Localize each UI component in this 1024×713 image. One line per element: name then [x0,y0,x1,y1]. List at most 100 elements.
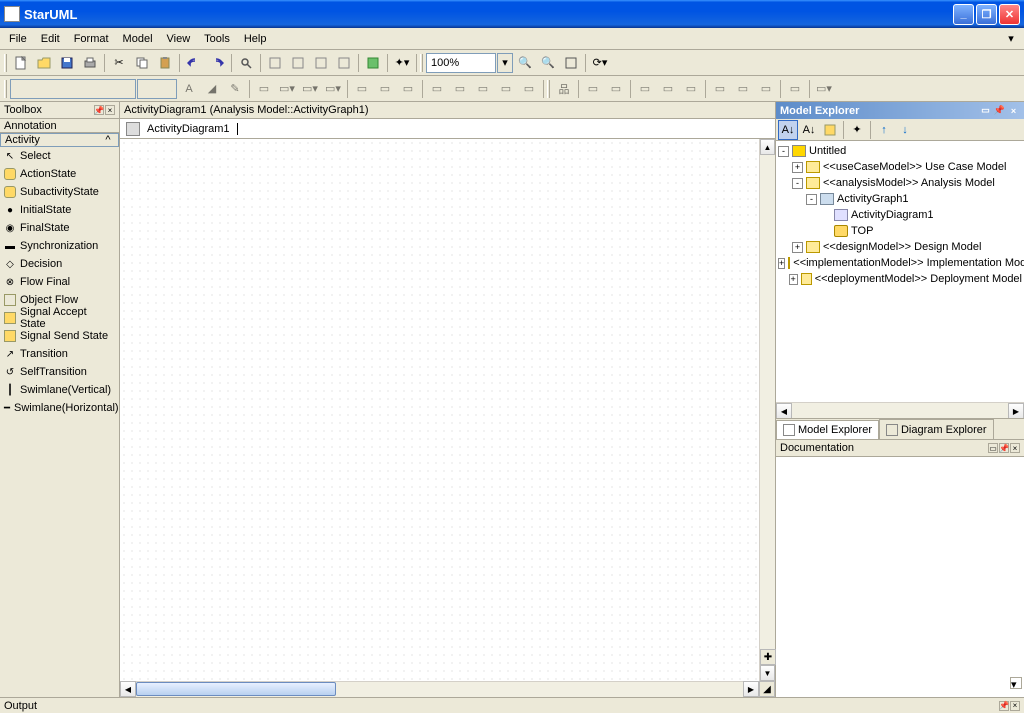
layout-btn-2[interactable]: ▭ [582,78,604,100]
me-menu-icon[interactable]: ▭ [979,104,992,117]
me-sort-az-button[interactable]: A↓ [778,120,798,140]
fill-color-button[interactable]: ◢ [201,78,223,100]
model-explorer-tree[interactable]: - Untitled + <<useCaseModel>> Use Case M… [776,141,1024,402]
menu-model[interactable]: Model [116,31,160,47]
tree-toggle-icon[interactable]: - [778,146,789,157]
tree-activitydiagram[interactable]: ActivityDiagram1 [778,207,1022,223]
tree-toggle-icon[interactable]: - [792,178,803,189]
tree-toggle-icon[interactable]: - [806,194,817,205]
align-btn-1[interactable]: ▭ [253,78,275,100]
format-btn-8[interactable]: ▭ [518,78,540,100]
scroll-left-icon[interactable]: ◀ [776,403,792,419]
menu-overflow-icon[interactable]: ▾ [1000,28,1022,50]
vscroll-track[interactable] [760,155,775,649]
menu-file[interactable]: File [2,31,34,47]
refresh-button[interactable]: ⟳▾ [589,52,611,74]
tab-model-explorer[interactable]: Model Explorer [776,420,879,440]
toolbar-handle[interactable] [4,54,7,72]
toolbox-item-flowfinal[interactable]: ⊗Flow Final [0,273,119,291]
diagram-canvas[interactable] [120,139,759,681]
toolbar-handle-4[interactable] [547,80,550,98]
toolbox-item-subactivitystate[interactable]: SubactivityState [0,183,119,201]
documentation-body[interactable] [776,457,1024,697]
zoom-input[interactable]: 100% [426,53,496,73]
me-pin-icon[interactable]: 📌 [993,104,1006,117]
scroll-right-icon[interactable]: ▶ [743,681,759,697]
layout-btn-4[interactable]: ▭ [634,78,656,100]
menu-help[interactable]: Help [237,31,274,47]
open-button[interactable] [33,52,55,74]
layout-btn-8[interactable]: ▭ [732,78,754,100]
zoom-in-button[interactable]: 🔍 [514,52,536,74]
tree-deployment[interactable]: + <<deploymentModel>> Deployment Model [778,271,1022,287]
toolbox-pin-icon[interactable]: 📌 [94,105,104,115]
me-down-button[interactable]: ↓ [895,120,915,140]
output-panel-header[interactable]: Output 📌 × [0,697,1024,713]
me-hscrollbar[interactable]: ◀ ▶ [776,402,1024,418]
tree-toggle-icon[interactable]: + [792,162,803,173]
layout-btn-1[interactable]: 品 [553,78,575,100]
toolbox-item-actionstate[interactable]: ActionState [0,165,119,183]
tree-implementation[interactable]: + <<implementationModel>> Implementation… [778,255,1022,271]
tree-toggle-icon[interactable]: + [792,242,803,253]
format-btn-1[interactable]: ▭ [351,78,373,100]
options-button[interactable]: ✦▾ [391,52,413,74]
scroll-up-icon[interactable]: ▲ [760,139,775,155]
tool-button-3[interactable] [310,52,332,74]
hscroll-thumb[interactable] [136,682,336,696]
tree-toggle-icon[interactable]: + [778,258,785,269]
copy-button[interactable] [131,52,153,74]
me-sort-za-button[interactable]: A↓ [799,120,819,140]
minimize-button[interactable]: _ [953,4,974,25]
zoom-fit-button[interactable] [560,52,582,74]
format-btn-6[interactable]: ▭ [472,78,494,100]
toolbox-scroll-icon[interactable]: ▾ [1010,677,1022,689]
layout-btn-7[interactable]: ▭ [709,78,731,100]
toolbox-section-annotation[interactable]: Annotation [0,119,119,133]
close-button[interactable]: ✕ [999,4,1020,25]
menu-edit[interactable]: Edit [34,31,67,47]
find-button[interactable] [235,52,257,74]
doc-pin-icon[interactable]: 📌 [999,443,1009,453]
layout-btn-9[interactable]: ▭ [755,78,777,100]
canvas-corner-add-icon[interactable]: ✚ [760,649,776,665]
tree-toggle-icon[interactable]: + [789,274,798,285]
layout-btn-11[interactable]: ▭▾ [813,78,835,100]
doc-menu-icon[interactable]: ▭ [988,443,998,453]
me-filter-button[interactable] [820,120,840,140]
canvas-tab-header[interactable]: ActivityDiagram1 (Analysis Model::Activi… [120,102,775,119]
toolbox-close-icon[interactable]: × [105,105,115,115]
new-button[interactable] [10,52,32,74]
toolbox-section-activity[interactable]: Activity ^ [0,133,119,147]
tree-analysis[interactable]: - <<analysisModel>> Analysis Model [778,175,1022,191]
tool-button-2[interactable] [287,52,309,74]
menu-format[interactable]: Format [67,31,116,47]
print-button[interactable] [79,52,101,74]
zoom-out-button[interactable]: 🔍 [537,52,559,74]
format-btn-5[interactable]: ▭ [449,78,471,100]
save-button[interactable] [56,52,78,74]
toolbox-item-swimlaneh[interactable]: ━Swimlane(Horizontal) [0,399,119,417]
toolbox-item-initialstate[interactable]: ●InitialState [0,201,119,219]
output-pin-icon[interactable]: 📌 [999,701,1009,711]
font-color-button[interactable]: A [178,78,200,100]
maximize-button[interactable]: ❐ [976,4,997,25]
scroll-left-icon[interactable]: ◀ [120,681,136,697]
format-btn-2[interactable]: ▭ [374,78,396,100]
toolbar-handle-2[interactable] [420,54,423,72]
tab-diagram-explorer[interactable]: Diagram Explorer [879,419,994,439]
font-size-combo[interactable] [137,79,177,99]
toolbox-item-synchronization[interactable]: ▬Synchronization [0,237,119,255]
align-btn-2[interactable]: ▭▾ [276,78,298,100]
undo-button[interactable] [183,52,205,74]
me-close-icon[interactable]: × [1007,104,1020,117]
tree-activitygraph[interactable]: - ActivityGraph1 [778,191,1022,207]
section-expand-icon[interactable]: ^ [102,134,114,146]
tree-top[interactable]: TOP [778,223,1022,239]
zoom-dropdown-icon[interactable]: ▾ [497,53,513,73]
doc-close-icon[interactable]: × [1010,443,1020,453]
canvas-hscrollbar[interactable] [136,681,743,697]
me-tool-button[interactable]: ✦ [847,120,867,140]
format-btn-7[interactable]: ▭ [495,78,517,100]
toolbox-item-select[interactable]: ↖Select [0,147,119,165]
